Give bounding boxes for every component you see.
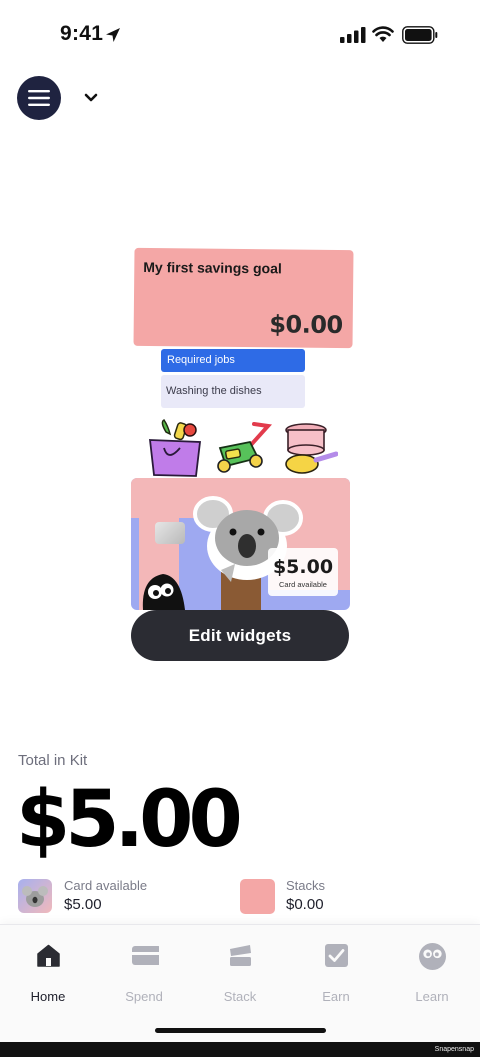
required-jobs-header[interactable]: Required jobs <box>161 349 305 372</box>
stacks-value: $0.00 <box>286 896 324 913</box>
wifi-icon <box>372 26 394 42</box>
tab-earn-label: Earn <box>322 989 350 1004</box>
tab-spend[interactable]: Spend <box>96 939 192 1004</box>
savings-goal-amount: $0.00 <box>269 310 343 340</box>
card-available-label: Card available <box>64 878 148 893</box>
blob-creature-mascot <box>142 574 185 610</box>
account-switcher-button[interactable] <box>80 88 102 108</box>
checkbox-icon <box>325 944 348 967</box>
kit-card-widget[interactable]: $5.00 Card available <box>131 478 350 610</box>
grocery-bag-illustration <box>148 419 202 477</box>
bottom-strip <box>0 1042 480 1057</box>
battery-icon <box>402 26 438 44</box>
menu-button[interactable] <box>17 76 61 120</box>
card-balance: $5.00 <box>272 556 334 578</box>
lawn-mower-illustration <box>217 422 272 473</box>
watermark: Snapensnap <box>434 1046 474 1053</box>
card-icon <box>132 946 159 965</box>
tab-learn[interactable]: Learn <box>384 939 480 1004</box>
koala-thumbnail-icon <box>22 886 48 907</box>
status-bar: 9:41 <box>0 0 480 70</box>
card-thumbnail[interactable] <box>18 879 52 913</box>
home-icon <box>37 944 60 967</box>
tab-home[interactable]: Home <box>0 939 96 1004</box>
stack-icon <box>230 945 251 966</box>
tab-home-label: Home <box>30 989 66 1004</box>
stacks-thumbnail[interactable] <box>240 879 275 914</box>
tab-learn-label: Learn <box>415 989 449 1004</box>
card-available-value: $5.00 <box>64 896 102 913</box>
savings-goal-title: My first savings goal <box>143 258 282 277</box>
status-time: 9:41 <box>60 22 104 45</box>
cooking-pot-illustration <box>285 423 338 474</box>
tab-stack-label: Stack <box>223 989 257 1004</box>
tab-spend-label: Spend <box>125 989 163 1004</box>
total-label: Total in Kit <box>18 752 88 769</box>
card-chip-icon <box>155 522 185 544</box>
card-balance-label: Card available <box>279 580 327 589</box>
cellular-signal-icon <box>340 27 366 43</box>
owl-icon <box>419 943 446 970</box>
location-arrow-icon <box>106 28 120 42</box>
card-balance-box: $5.00 Card available <box>268 548 338 596</box>
home-indicator[interactable] <box>155 1028 326 1033</box>
hamburger-icon <box>28 90 50 106</box>
stacks-label: Stacks <box>286 878 326 893</box>
chevron-down-icon <box>84 93 98 102</box>
total-amount: $5.00 <box>16 775 243 865</box>
tab-earn[interactable]: Earn <box>288 939 384 1004</box>
job-list-item[interactable]: Washing the dishes <box>161 375 305 408</box>
savings-goal-widget[interactable]: My first savings goal $0.00 <box>133 247 354 349</box>
tab-bar: Home Spend Stack Earn Learn <box>0 924 480 1042</box>
edit-widgets-button[interactable]: Edit widgets <box>131 610 349 661</box>
tab-stack[interactable]: Stack <box>192 939 288 1004</box>
